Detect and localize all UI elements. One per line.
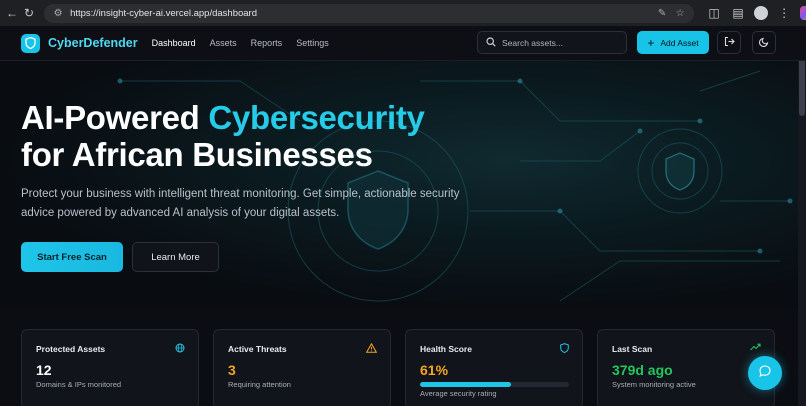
stat-title: Last Scan xyxy=(612,344,653,354)
address-bar[interactable]: ⚙ https://insight-cyber-ai.vercel.app/da… xyxy=(44,3,695,23)
moon-icon xyxy=(758,36,770,50)
stat-card-active-threats: Active Threats 3 Requiring attention xyxy=(213,329,391,406)
stat-card-health-score: Health Score 61% Average security rating xyxy=(405,329,583,406)
bookmark-star-icon[interactable]: ☆ xyxy=(674,8,686,19)
scrollbar-thumb[interactable] xyxy=(799,56,805,116)
site-info-icon[interactable]: ⚙ xyxy=(52,8,64,19)
stat-subtitle: System monitoring active xyxy=(612,380,696,389)
add-asset-button[interactable]: + Add Asset xyxy=(637,31,709,54)
extensions-icon[interactable]: ◫ xyxy=(706,5,722,21)
browser-toolbar: ← ↻ ⚙ https://insight-cyber-ai.vercel.ap… xyxy=(0,0,806,26)
plus-icon: + xyxy=(647,35,655,50)
brand[interactable]: CyberDefender xyxy=(21,33,138,53)
url-text[interactable]: https://insight-cyber-ai.vercel.app/dash… xyxy=(70,8,650,19)
hero-title-line2: for African Businesses xyxy=(21,136,373,173)
hero-title: AI-Powered Cybersecurity for African Bus… xyxy=(21,99,425,173)
app-root: CyberDefender Dashboard Assets Reports S… xyxy=(0,26,806,406)
logout-icon xyxy=(724,36,735,50)
main-nav: Dashboard Assets Reports Settings xyxy=(152,38,329,48)
trending-up-icon xyxy=(750,343,761,354)
start-free-scan-button[interactable]: Start Free Scan xyxy=(21,242,123,272)
chat-button[interactable] xyxy=(748,356,782,390)
hero-title-part1: AI-Powered xyxy=(21,99,209,136)
hero-description: Protect your business with intelligent t… xyxy=(21,188,460,219)
search-box[interactable] xyxy=(477,31,627,54)
edit-icon[interactable]: ✎ xyxy=(656,8,668,19)
copilot-icon[interactable] xyxy=(800,6,806,20)
warning-icon xyxy=(365,342,378,356)
stat-value: 3 xyxy=(228,362,236,378)
add-asset-label: Add Asset xyxy=(660,37,699,48)
nav-item-dashboard[interactable]: Dashboard xyxy=(152,38,196,48)
health-progress-bar xyxy=(420,382,569,387)
stats-row: Protected Assets 12 Domains & IPs monito… xyxy=(21,329,777,406)
nav-item-reports[interactable]: Reports xyxy=(251,38,283,48)
stat-value: 379d ago xyxy=(612,362,673,378)
reload-icon[interactable]: ↻ xyxy=(24,5,34,21)
stat-value: 61% xyxy=(420,362,449,378)
profile-avatar[interactable] xyxy=(754,6,769,20)
theme-toggle-button[interactable] xyxy=(752,31,776,54)
search-icon xyxy=(486,34,496,52)
stat-subtitle: Requiring attention xyxy=(228,380,291,389)
learn-more-button[interactable]: Learn More xyxy=(132,242,219,272)
hero-title-accent: Cybersecurity xyxy=(208,99,425,136)
logout-button[interactable] xyxy=(717,31,741,54)
stat-subtitle: Average security rating xyxy=(420,389,497,398)
health-progress-fill xyxy=(420,382,511,387)
nav-item-assets[interactable]: Assets xyxy=(210,38,237,48)
menu-icon[interactable]: ⋮ xyxy=(776,5,792,21)
page-scrollbar[interactable] xyxy=(798,26,806,406)
stat-value: 12 xyxy=(36,362,52,378)
stat-subtitle: Domains & IPs monitored xyxy=(36,380,122,389)
nav-item-settings[interactable]: Settings xyxy=(296,38,329,48)
globe-icon xyxy=(175,343,185,356)
shield-logo-icon xyxy=(21,33,40,53)
stat-card-protected-assets: Protected Assets 12 Domains & IPs monito… xyxy=(21,329,199,406)
stat-title: Health Score xyxy=(420,344,472,354)
stat-title: Protected Assets xyxy=(36,344,106,354)
shield-icon xyxy=(560,343,569,356)
back-icon[interactable]: ← xyxy=(6,5,18,21)
search-input[interactable] xyxy=(502,37,612,48)
hero-section: AI-Powered Cybersecurity for African Bus… xyxy=(0,61,806,308)
app-header: CyberDefender Dashboard Assets Reports S… xyxy=(0,26,806,61)
split-screen-icon[interactable]: ▤ xyxy=(730,5,746,21)
stat-title: Active Threats xyxy=(228,344,287,354)
chat-bubble-icon xyxy=(759,364,771,382)
brand-name: CyberDefender xyxy=(48,36,138,50)
